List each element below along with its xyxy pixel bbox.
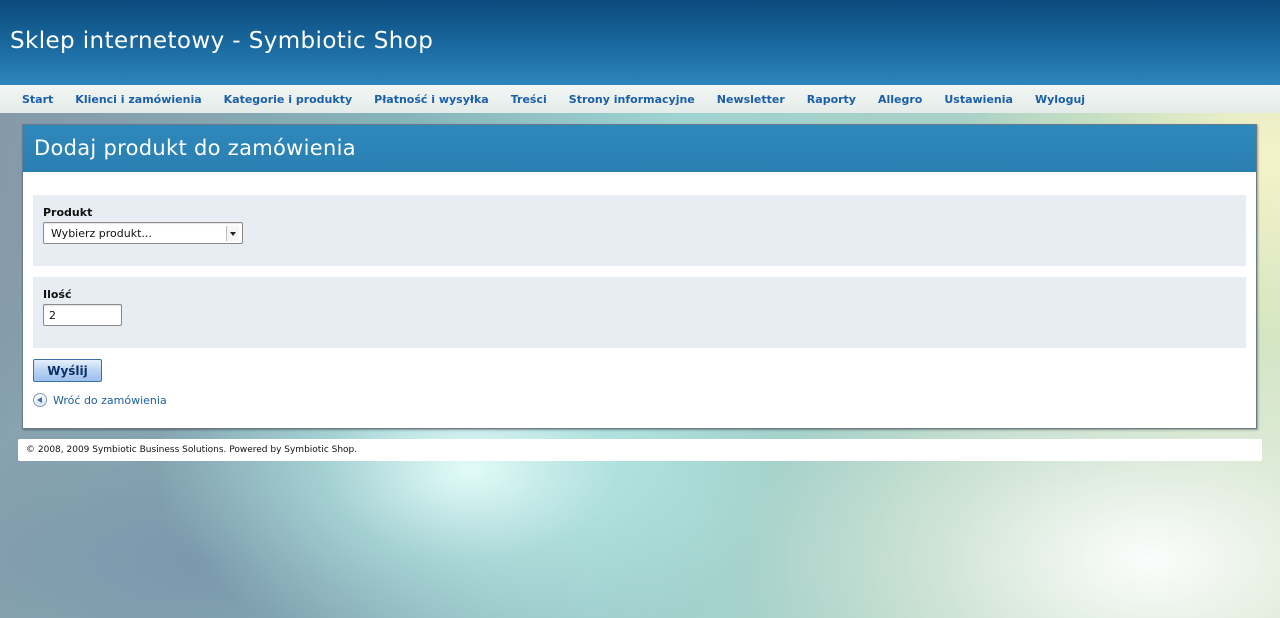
panel-header: Dodaj produkt do zamówienia xyxy=(23,125,1256,172)
quantity-field-group: Ilość xyxy=(33,277,1246,348)
nav-item-content[interactable]: Treści xyxy=(500,93,558,106)
nav-item-newsletter[interactable]: Newsletter xyxy=(706,93,796,106)
nav-item-info-pages[interactable]: Strony informacyjne xyxy=(558,93,706,106)
site-title: Sklep internetowy - Symbiotic Shop xyxy=(10,28,434,54)
nav-item-reports[interactable]: Raporty xyxy=(796,93,867,106)
nav-item-allegro[interactable]: Allegro xyxy=(867,93,933,106)
nav-item-logout[interactable]: Wyloguj xyxy=(1024,93,1096,106)
product-select-value: Wybierz produkt... xyxy=(51,227,152,240)
nav-item-start[interactable]: Start xyxy=(11,93,64,106)
quantity-input[interactable] xyxy=(43,304,122,326)
back-arrow-circle-icon xyxy=(33,393,47,407)
product-field-group: Produkt Wybierz produkt... xyxy=(33,195,1246,266)
site-header: Sklep internetowy - Symbiotic Shop xyxy=(0,0,1280,85)
main-nav: Start Klienci i zamówienia Kategorie i p… xyxy=(0,85,1280,113)
submit-button[interactable]: Wyślij xyxy=(33,359,102,382)
back-link-label: Wróć do zamówienia xyxy=(53,393,167,407)
page-title: Dodaj produkt do zamówienia xyxy=(34,136,356,160)
product-select[interactable]: Wybierz produkt... xyxy=(43,222,243,244)
nav-item-payment-shipping[interactable]: Płatność i wysyłka xyxy=(363,93,500,106)
chevron-down-icon xyxy=(226,226,239,241)
product-label: Produkt xyxy=(43,206,93,219)
nav-item-clients-orders[interactable]: Klienci i zamówienia xyxy=(64,93,212,106)
nav-item-categories-products[interactable]: Kategorie i produkty xyxy=(213,93,364,106)
quantity-label: Ilość xyxy=(43,288,72,301)
add-product-panel: Dodaj produkt do zamówienia Produkt Wybi… xyxy=(22,124,1257,429)
footer: © 2008, 2009 Symbiotic Business Solution… xyxy=(18,439,1262,461)
nav-item-settings[interactable]: Ustawienia xyxy=(933,93,1024,106)
back-to-order-link[interactable]: Wróć do zamówienia xyxy=(33,393,167,407)
footer-copyright: © 2008, 2009 Symbiotic Business Solution… xyxy=(26,445,358,455)
